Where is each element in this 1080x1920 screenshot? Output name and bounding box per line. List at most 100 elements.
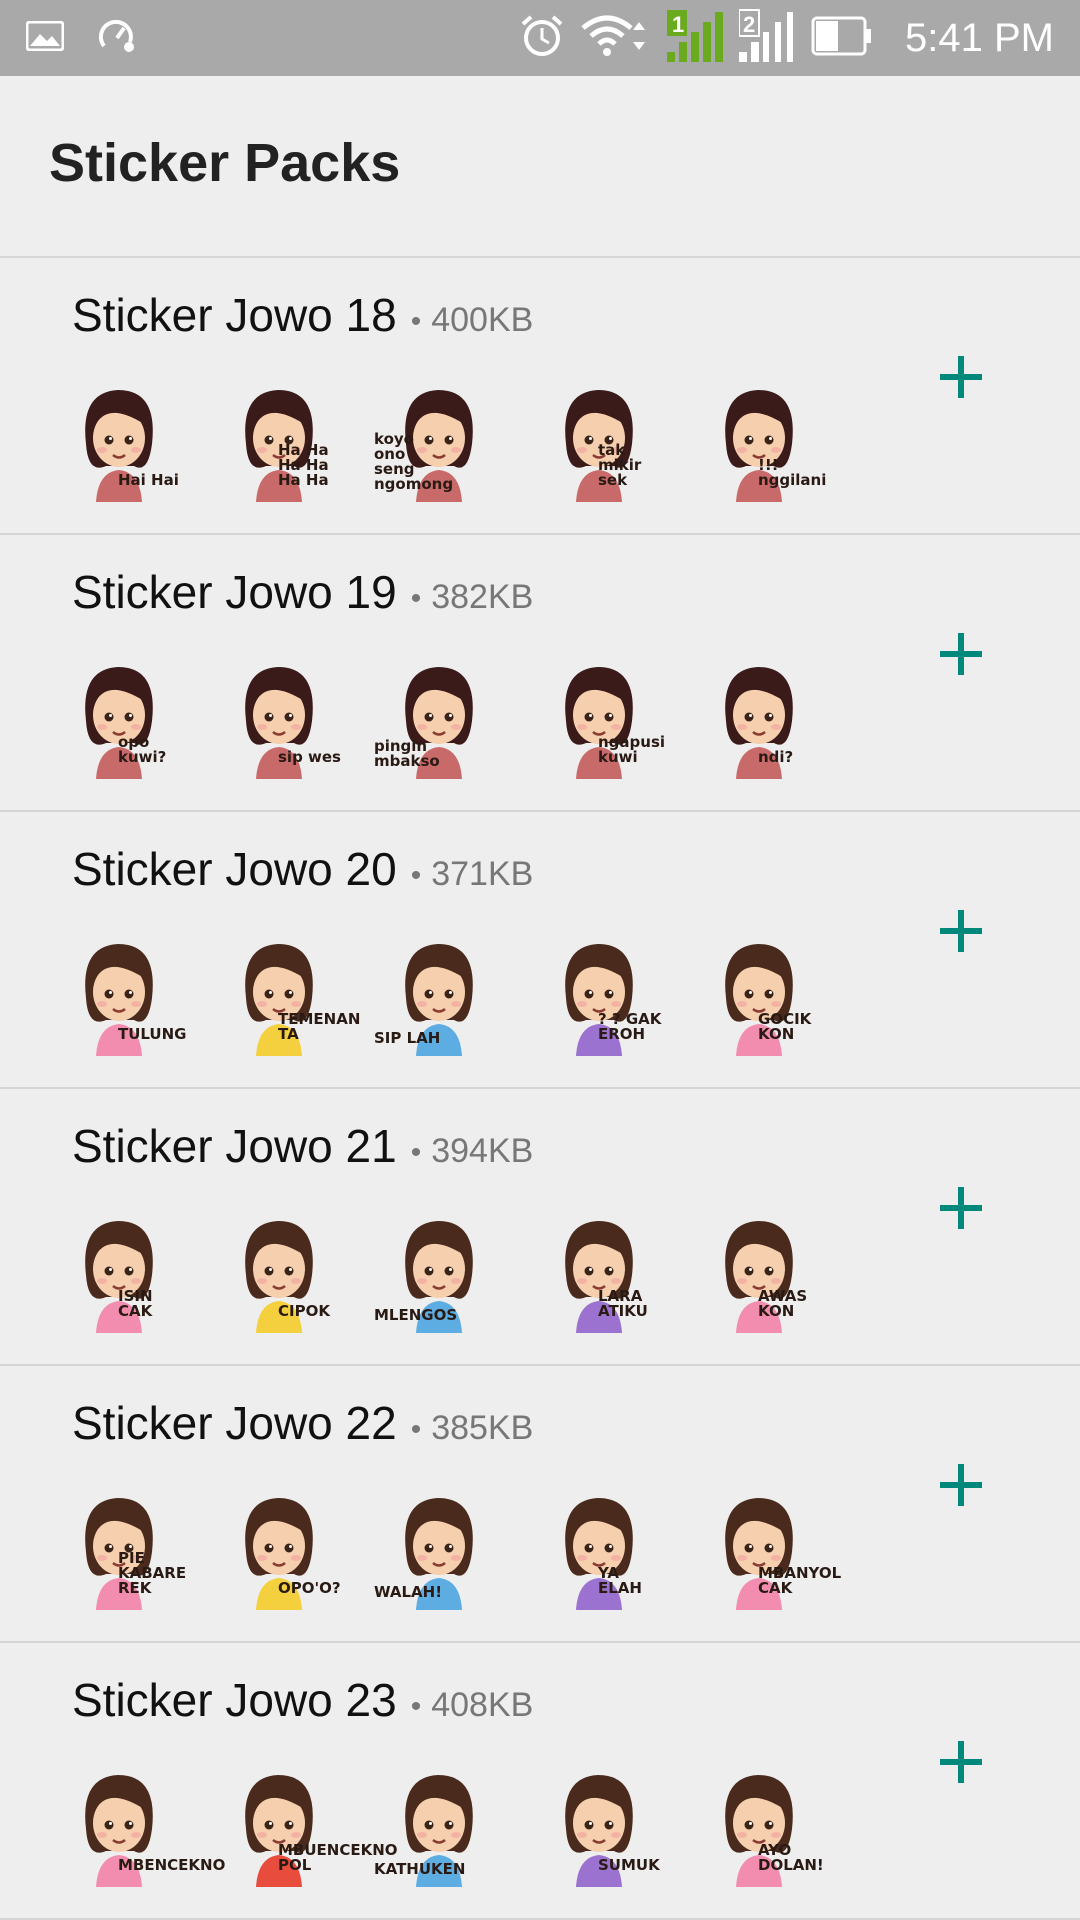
image-icon bbox=[25, 20, 65, 56]
add-pack-button[interactable] bbox=[930, 1456, 992, 1518]
sticker-caption: PIE KABARE REK bbox=[118, 1549, 187, 1597]
sticker-thumbnail: !!! nggilani bbox=[702, 378, 826, 502]
sticker-caption: ngapusi kuwi bbox=[598, 733, 666, 766]
pack-name: Sticker Jowo 22 bbox=[72, 1397, 397, 1449]
sticker-caption: GOCIK KON bbox=[758, 1010, 812, 1043]
sticker-caption: TULUNG bbox=[118, 1025, 187, 1043]
pack-name: Sticker Jowo 21 bbox=[72, 1120, 397, 1172]
pack-size: 400KB bbox=[431, 301, 534, 339]
sticker-pack-row[interactable]: Sticker Jowo 21 • 394KB ISIN CAK CIPOK M… bbox=[0, 1089, 1080, 1366]
sticker-thumbnail: MLENGOS bbox=[374, 1209, 500, 1333]
sticker-thumbnail: ngapusi kuwi bbox=[542, 655, 665, 779]
sticker-thumbnail: Hai Hai bbox=[62, 378, 180, 502]
pack-header: Sticker Jowo 18 • 400KB bbox=[72, 288, 533, 342]
sticker-thumbnail: sip wes bbox=[222, 655, 341, 779]
signal-sim2-icon: 2 bbox=[738, 8, 795, 69]
plus-icon bbox=[938, 1462, 984, 1513]
sticker-thumbnail: opo kuwi? bbox=[62, 655, 180, 779]
sticker-thumbnail: MBANYOL CAK bbox=[702, 1486, 841, 1610]
pack-name: Sticker Jowo 20 bbox=[72, 843, 397, 895]
sticker-caption: WALAH! bbox=[374, 1583, 443, 1601]
sticker-caption: pingin mbakso bbox=[374, 737, 440, 770]
sticker-caption: sip wes bbox=[278, 748, 341, 766]
sticker-thumbnail: Ha Ha Ha Ha Ha Ha bbox=[222, 378, 340, 502]
pack-size: 382KB bbox=[431, 578, 534, 616]
sticker-caption: YA ELAH bbox=[598, 1564, 642, 1597]
sticker-thumbnail: AYO DOLAN! bbox=[702, 1763, 824, 1887]
sticker-caption: OPO'O? bbox=[278, 1579, 341, 1597]
plus-icon bbox=[938, 908, 984, 959]
sticker-caption: LARA ATIKU bbox=[598, 1287, 648, 1320]
sticker-thumbnail: AWAS KON bbox=[702, 1209, 820, 1333]
sticker-thumbnail: TEMENAN TA bbox=[222, 932, 360, 1056]
pack-name: Sticker Jowo 18 bbox=[72, 289, 397, 341]
sticker-caption: TEMENAN TA bbox=[278, 1010, 361, 1043]
app-header: Sticker Packs bbox=[0, 76, 1080, 258]
pack-size: 408KB bbox=[431, 1686, 534, 1724]
pack-separator: • bbox=[410, 582, 422, 615]
sticker-caption: !!! nggilani bbox=[758, 456, 827, 489]
pack-header: Sticker Jowo 23 • 408KB bbox=[72, 1673, 533, 1727]
sticker-thumbnail: ISIN CAK bbox=[62, 1209, 180, 1333]
sticker-caption: KATHUKEN bbox=[374, 1860, 466, 1878]
plus-icon bbox=[938, 1739, 984, 1790]
sticker-caption: MBANYOL CAK bbox=[758, 1564, 842, 1597]
sticker-caption: ISIN CAK bbox=[118, 1287, 153, 1320]
sticker-caption: opo kuwi? bbox=[118, 733, 167, 766]
pack-separator: • bbox=[410, 1413, 422, 1446]
sticker-thumbnail: LARA ATIKU bbox=[542, 1209, 660, 1333]
sticker-thumbnail: CIPOK bbox=[222, 1209, 340, 1333]
pack-size: 371KB bbox=[431, 855, 534, 893]
sticker-caption: MBENCEKNO bbox=[118, 1856, 226, 1874]
pack-separator: • bbox=[410, 1136, 422, 1169]
sticker-previews: opo kuwi? sip wes pingin mbakso ngapusi … bbox=[62, 655, 820, 779]
sticker-previews: TULUNG TEMENAN TA SIP LAH ? ? GAK EROH G… bbox=[62, 932, 820, 1056]
sticker-thumbnail: WALAH! bbox=[374, 1486, 500, 1610]
sticker-thumbnail: ndi? bbox=[702, 655, 820, 779]
sticker-previews: MBENCEKNO MBUENCEKNO POL KATHUKEN SUMUK … bbox=[62, 1763, 824, 1887]
pack-separator: • bbox=[410, 859, 422, 892]
sticker-pack-row[interactable]: Sticker Jowo 20 • 371KB TULUNG TEMENAN T… bbox=[0, 812, 1080, 1089]
pack-size: 385KB bbox=[431, 1409, 534, 1447]
wifi-icon bbox=[581, 14, 651, 63]
pack-header: Sticker Jowo 21 • 394KB bbox=[72, 1119, 533, 1173]
sticker-thumbnail: KATHUKEN bbox=[374, 1763, 500, 1887]
page-title: Sticker Packs bbox=[49, 133, 401, 193]
add-pack-button[interactable] bbox=[930, 902, 992, 964]
sticker-caption: SUMUK bbox=[598, 1856, 660, 1874]
sticker-thumbnail: OPO'O? bbox=[222, 1486, 341, 1610]
sticker-thumbnail: ? ? GAK EROH bbox=[542, 932, 661, 1056]
sticker-pack-row[interactable]: Sticker Jowo 23 • 408KB MBENCEKNO MBUENC… bbox=[0, 1643, 1080, 1920]
sticker-thumbnail: koyo ono seng ngomong bbox=[374, 378, 500, 502]
add-pack-button[interactable] bbox=[930, 1179, 992, 1241]
sticker-thumbnail: GOCIK KON bbox=[702, 932, 820, 1056]
add-pack-button[interactable] bbox=[930, 625, 992, 687]
svg-text:2: 2 bbox=[743, 12, 755, 37]
pack-name: Sticker Jowo 19 bbox=[72, 566, 397, 618]
pack-size: 394KB bbox=[431, 1132, 534, 1170]
sticker-thumbnail: MBENCEKNO bbox=[62, 1763, 225, 1887]
add-pack-button[interactable] bbox=[930, 348, 992, 410]
pack-header: Sticker Jowo 20 • 371KB bbox=[72, 842, 533, 896]
sticker-thumbnail: SUMUK bbox=[542, 1763, 660, 1887]
sticker-pack-row[interactable]: Sticker Jowo 22 • 385KB PIE KABARE REK O… bbox=[0, 1366, 1080, 1643]
sticker-pack-row[interactable]: Sticker Jowo 18 • 400KB Hai Hai Ha Ha Ha… bbox=[0, 258, 1080, 535]
alarm-icon bbox=[519, 14, 565, 63]
sticker-thumbnail: tak mikir sek bbox=[542, 378, 660, 502]
add-pack-button[interactable] bbox=[930, 1733, 992, 1795]
sticker-caption: ndi? bbox=[758, 748, 794, 766]
sticker-caption: MBUENCEKNO POL bbox=[278, 1841, 398, 1874]
status-bar: 1 2 5:41 PM bbox=[0, 0, 1080, 76]
sticker-caption: SIP LAH bbox=[374, 1029, 441, 1047]
sticker-caption: koyo ono seng ngomong bbox=[374, 430, 454, 493]
sticker-pack-row[interactable]: Sticker Jowo 19 • 382KB opo kuwi? sip we… bbox=[0, 535, 1080, 812]
sticker-thumbnail: PIE KABARE REK bbox=[62, 1486, 186, 1610]
sticker-caption: Hai Hai bbox=[118, 471, 179, 489]
sticker-caption: MLENGOS bbox=[374, 1306, 458, 1324]
sticker-previews: Hai Hai Ha Ha Ha Ha Ha Ha koyo ono seng … bbox=[62, 378, 826, 502]
sticker-caption: CIPOK bbox=[278, 1302, 330, 1320]
pack-header: Sticker Jowo 22 • 385KB bbox=[72, 1396, 533, 1450]
svg-text:1: 1 bbox=[672, 12, 684, 37]
signal-sim1-icon: 1 bbox=[667, 8, 724, 69]
sticker-thumbnail: TULUNG bbox=[62, 932, 186, 1056]
